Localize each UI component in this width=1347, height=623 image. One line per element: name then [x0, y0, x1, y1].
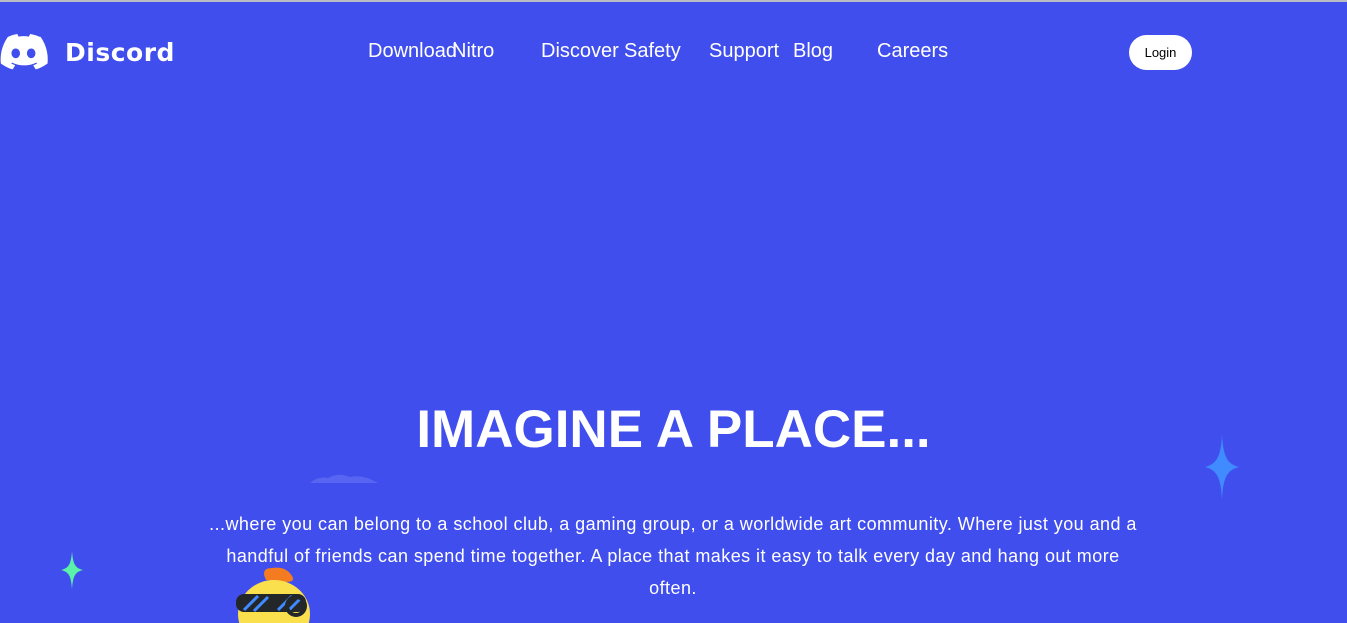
hero-title: IMAGINE A PLACE...	[416, 400, 931, 459]
nav-careers-link[interactable]: Careers	[877, 40, 948, 63]
nav-support-link[interactable]: Support	[709, 40, 779, 63]
nav-download-link[interactable]: Download	[368, 40, 457, 63]
nav-blog-link[interactable]: Blog	[793, 40, 833, 63]
nav-nitro-link[interactable]: Nitro	[452, 40, 494, 63]
discord-logo-icon	[0, 34, 48, 70]
hero-description: ...where you can belong to a school club…	[209, 514, 1137, 598]
sunglasses-character-icon	[236, 567, 310, 623]
nav-safety-link[interactable]: Safety	[624, 40, 681, 63]
login-button[interactable]: Login	[1129, 35, 1192, 70]
discord-logo-link[interactable]: Discord	[0, 34, 175, 70]
window-top-border	[0, 0, 1347, 2]
sparkle-icon	[1205, 434, 1239, 500]
nav-discover-link[interactable]: Discover	[541, 40, 619, 63]
logo-wordmark: Discord	[65, 37, 175, 67]
cloud-icon	[310, 474, 378, 483]
sparkle-icon	[61, 551, 83, 589]
